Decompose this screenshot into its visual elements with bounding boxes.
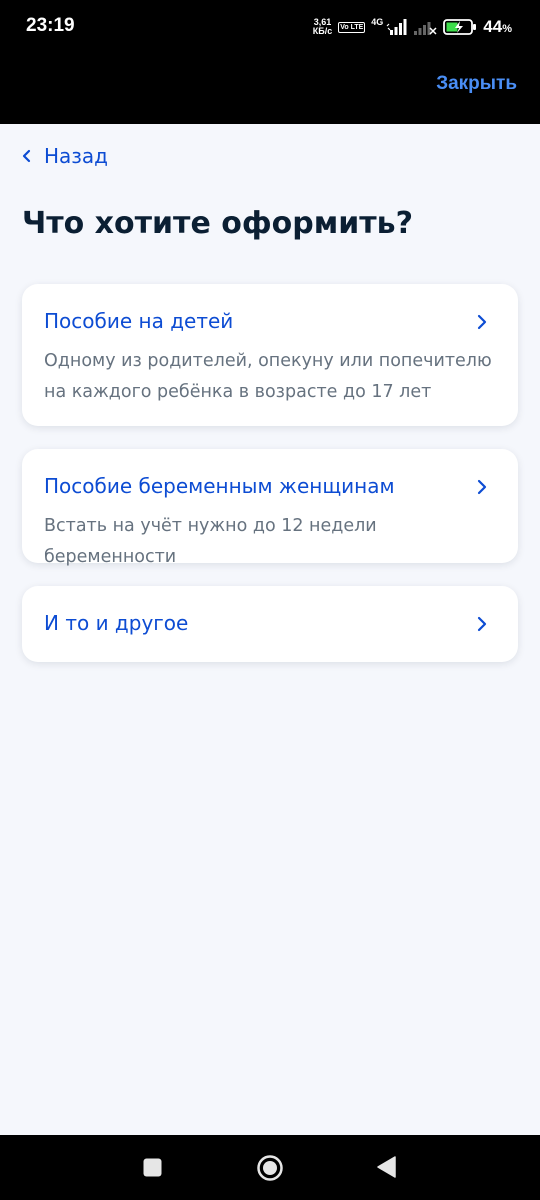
option-card-both[interactable]: И то и другое: [22, 586, 518, 662]
close-button[interactable]: Закрыть: [436, 73, 517, 95]
battery-percent: 44%: [483, 17, 512, 37]
option-card-pregnancy-benefit[interactable]: Пособие беременным женщинам Встать на уч…: [22, 449, 518, 567]
back-button[interactable]: Назад: [20, 144, 108, 168]
chevron-right-icon: [477, 479, 487, 495]
square-icon[interactable]: [143, 1158, 162, 1177]
battery-icon: [443, 19, 477, 35]
battery-percent-value: 44: [483, 17, 503, 36]
battery-percent-sign: %: [502, 23, 512, 35]
chevron-right-icon: [477, 314, 487, 330]
status-time: 23:19: [26, 15, 75, 36]
triangle-back-icon[interactable]: [376, 1156, 396, 1178]
signal-strength-sim2-icon: [414, 22, 437, 35]
page-title: Что хотите оформить?: [22, 206, 413, 241]
status-icons: 3,61 КБ/с Vo LTE 4G 44%: [313, 16, 512, 38]
option-description: Одному из родителей, опекуну или попечит…: [44, 351, 492, 402]
option-title: И то и другое: [44, 611, 189, 635]
option-title: Пособие на детей: [44, 309, 234, 333]
network-speed: 3,61 КБ/с: [313, 18, 332, 36]
back-label: Назад: [44, 144, 109, 168]
chevron-left-icon: [22, 149, 31, 163]
volte-icon: Vo LTE: [338, 21, 366, 33]
system-nav-bar: [0, 1135, 540, 1200]
option-title: Пособие беременным женщинам: [44, 474, 395, 498]
network-speed-unit: КБ/с: [312, 26, 333, 36]
status-bar: 23:19 3,61 КБ/с Vo LTE 4G 44%: [0, 0, 540, 56]
option-card-child-benefit[interactable]: Пособие на детей Одному из родителей, оп…: [22, 284, 518, 426]
option-description: Встать на учёт нужно до 12 недели береме…: [44, 516, 377, 567]
signal-strength-icon: [386, 19, 407, 35]
chevron-right-icon: [477, 616, 487, 632]
network-type: 4G: [371, 17, 384, 27]
circle-icon[interactable]: [256, 1154, 284, 1182]
